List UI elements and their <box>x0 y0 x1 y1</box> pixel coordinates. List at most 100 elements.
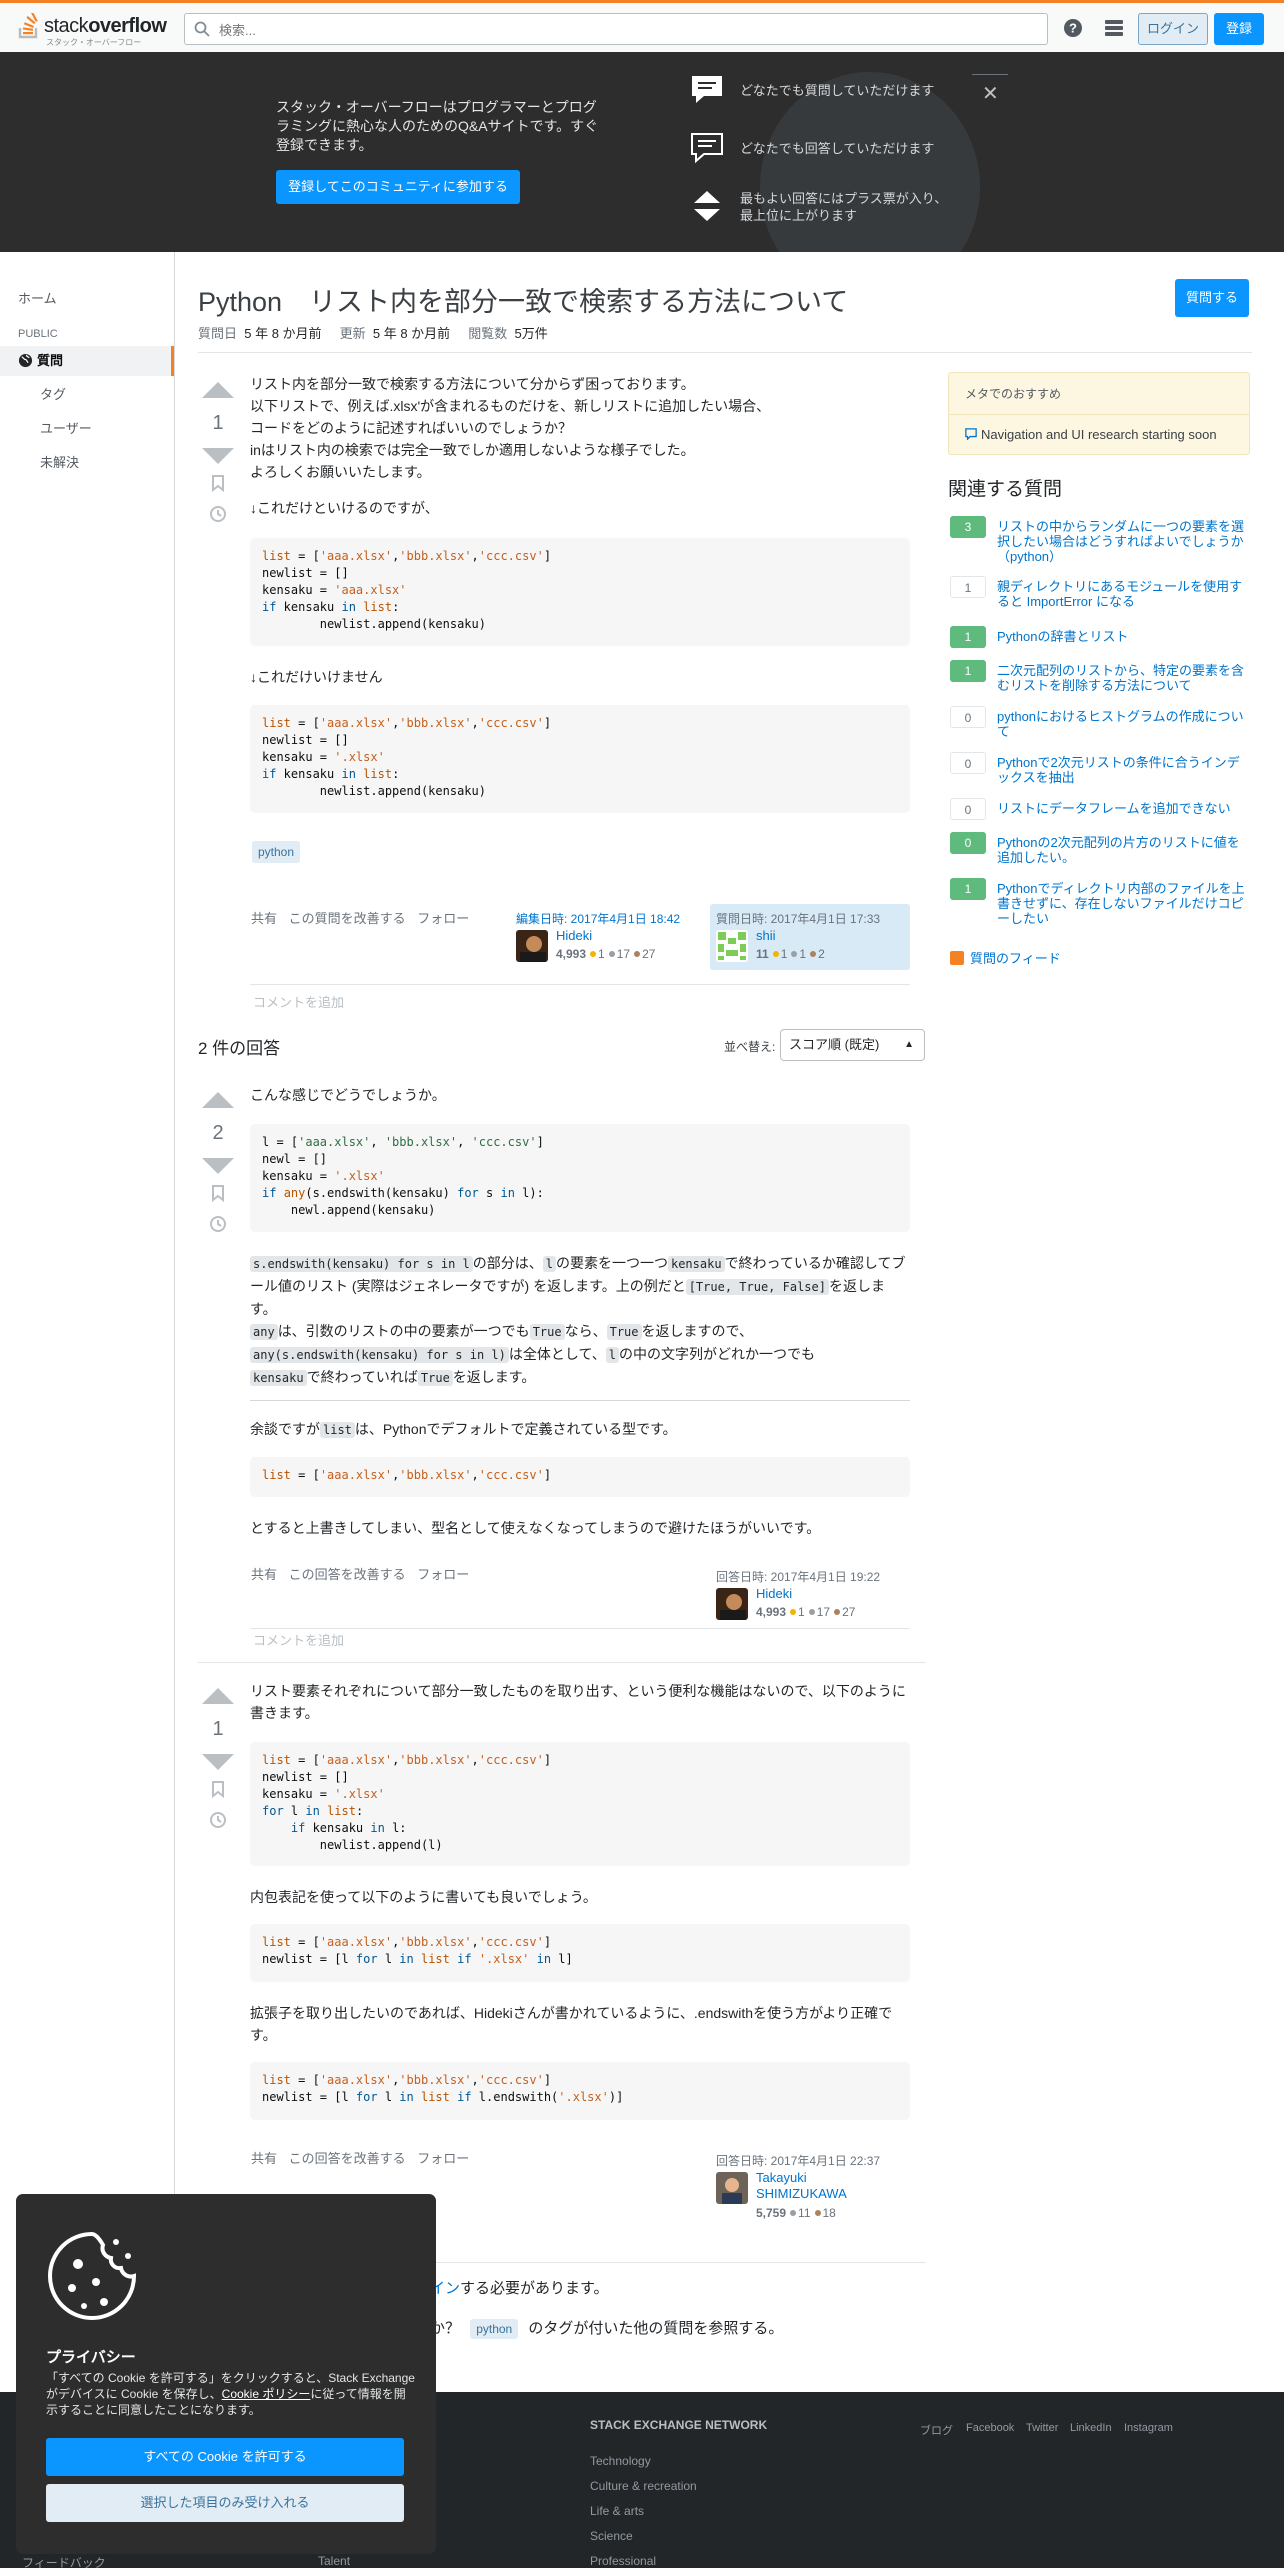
related-question-link[interactable]: pythonにおけるヒストグラムの作成について <box>997 709 1247 739</box>
share-link[interactable]: 共有 <box>251 911 277 926</box>
asker-name[interactable]: shii <box>756 928 776 943</box>
bronze-badge-icon <box>814 2210 821 2216</box>
footer-social-link[interactable]: Facebook <box>966 2422 1014 2434</box>
search-box[interactable] <box>184 13 1048 45</box>
login-button[interactable]: ログイン <box>1138 13 1208 45</box>
improve-answer-link[interactable]: この回答を改善する <box>289 1567 406 1582</box>
nav-tags[interactable]: タグ <box>0 380 174 410</box>
question-post-menu: 共有 この質問を改善する フォロー <box>251 908 477 927</box>
reputation-score: 5,759 <box>756 2206 787 2220</box>
answer1-intro: こんな感じでどうでしょうか。 <box>250 1087 446 1103</box>
footer-social-link[interactable]: Twitter <box>1026 2422 1058 2434</box>
footer-social-link[interactable]: Instagram <box>1124 2422 1173 2434</box>
tag-python[interactable]: python <box>470 2319 519 2339</box>
text: の要素を一つ一つ <box>555 1255 668 1271</box>
gold-badge-icon <box>790 1609 797 1615</box>
gold-badge-icon <box>772 951 779 957</box>
avatar[interactable] <box>716 1588 748 1620</box>
footer-link[interactable]: Technology <box>590 2454 651 2468</box>
downvote-arrow-icon[interactable] <box>202 1754 234 1770</box>
banner-background-shape <box>760 72 980 252</box>
upvote-arrow-icon[interactable] <box>202 382 234 398</box>
answer1-aside2: とすると上書きしてしまい、型名として使えなくなってしまうので避けたほうがいいです… <box>250 1520 821 1536</box>
related-question-link[interactable]: 親ディレクトリにあるモジュールを使用すると ImportError になる <box>997 579 1247 609</box>
footer-social-link[interactable]: LinkedIn <box>1070 2422 1112 2434</box>
answer1-aside: 余談ですが list は、Pythonでデフォルトで定義されている型です。 <box>250 1418 910 1441</box>
meta-featured-link[interactable]: Navigation and UI research starting soon <box>981 427 1217 442</box>
question-title[interactable]: Python リスト内を部分一致で検索する方法について <box>198 280 1098 319</box>
improve-answer-link[interactable]: この回答を改善する <box>289 2151 406 2166</box>
answer2-intro: リスト要素それぞれについて部分一致したものを取り出す、という便利な機能はないので… <box>250 1683 906 1721</box>
banner-close-button[interactable]: ✕ <box>972 74 1008 105</box>
cookie-policy-link[interactable]: Cookie ポリシー <box>222 2387 311 2401</box>
tag-python[interactable]: python <box>252 841 301 863</box>
related-question-link[interactable]: Pythonで2次元リストの条件に合うインデックスを抽出 <box>997 755 1247 785</box>
text: は、引数のリストの中の要素が一つでも <box>277 1323 530 1339</box>
sort-select[interactable]: スコア順 (既定) ▲ <box>780 1029 925 1061</box>
inline-code: any <box>250 1324 278 1340</box>
footer-social-link[interactable]: ブログ <box>920 2422 953 2438</box>
banner-feature-vote: 最もよい回答にはプラス票が入り、最上位に上がります <box>690 190 950 224</box>
avatar[interactable] <box>716 930 748 962</box>
bookmark-icon[interactable] <box>209 474 227 493</box>
footer-link[interactable]: Talent <box>318 2554 350 2568</box>
accept-selected-cookies-button[interactable]: 選択した項目のみ受け入れる <box>46 2484 404 2522</box>
related-question-link[interactable]: Pythonの辞書とリスト <box>997 629 1247 644</box>
follow-link[interactable]: フォロー <box>417 911 469 926</box>
join-community-button[interactable]: 登録してこのコミュニティに参加する <box>276 170 520 204</box>
signup-button[interactable]: 登録 <box>1214 13 1264 45</box>
bookmark-icon[interactable] <box>209 1184 227 1203</box>
edited-timestamp[interactable]: 編集日時: 2017年4月1日 18:42 <box>516 910 704 927</box>
related-question-link[interactable]: Pythonでディレクトリ内部のファイルを上書きせずに、存在しないファイルだけコ… <box>997 881 1247 926</box>
follow-link[interactable]: フォロー <box>417 2151 469 2166</box>
footer-link[interactable]: フィードバック <box>22 2554 106 2571</box>
editor-card: 編集日時: 2017年4月1日 18:42 Hideki 4,993 1 17 27 <box>510 904 710 970</box>
footer-link[interactable]: Professional <box>590 2554 656 2568</box>
nav-users[interactable]: ユーザー <box>0 414 174 444</box>
bronze-badge-count: 18 <box>822 2206 836 2220</box>
related-question-link[interactable]: リストにデータフレームを追加できない <box>997 801 1247 816</box>
history-icon[interactable] <box>209 505 227 523</box>
avatar[interactable] <box>716 2172 748 2204</box>
downvote-arrow-icon[interactable] <box>202 1158 234 1174</box>
add-comment-link[interactable]: コメントを追加 <box>253 992 344 1011</box>
downvote-arrow-icon[interactable] <box>202 448 234 464</box>
history-icon[interactable] <box>209 1811 227 1829</box>
site-logo[interactable]: stackoverflow スタック・オーバーフロー <box>18 11 178 47</box>
footer-link[interactable]: Life & arts <box>590 2504 644 2518</box>
footer-link[interactable]: Culture & recreation <box>590 2479 697 2493</box>
author-name[interactable]: Hideki <box>756 1586 792 1601</box>
related-question-score: 1 <box>950 660 986 682</box>
answer2-code-comprehension: list = ['aaa.xlsx','bbb.xlsx','ccc.csv']… <box>250 1924 910 1982</box>
history-icon[interactable] <box>209 1215 227 1233</box>
nav-unanswered[interactable]: 未解決 <box>0 448 174 478</box>
help-icon[interactable]: ? <box>1063 18 1083 38</box>
upvote-arrow-icon[interactable] <box>202 1688 234 1704</box>
share-link[interactable]: 共有 <box>251 2151 277 2166</box>
reputation-score: 11 <box>756 947 769 961</box>
follow-link[interactable]: フォロー <box>417 1567 469 1582</box>
upvote-arrow-icon[interactable] <box>202 1092 234 1108</box>
accept-all-cookies-button[interactable]: すべての Cookie を許可する <box>46 2438 404 2476</box>
share-link[interactable]: 共有 <box>251 1567 277 1582</box>
avatar[interactable] <box>516 930 548 962</box>
related-question-link[interactable]: Pythonの2次元配列の片方のリストに値を追加したい。 <box>997 835 1247 865</box>
related-question-link[interactable]: リストの中からランダムに一つの要素を選択したい場合はどうすればよいでしょうか（p… <box>997 519 1247 564</box>
nav-questions[interactable]: 質問 <box>0 346 174 376</box>
bookmark-icon[interactable] <box>209 1780 227 1799</box>
search-input[interactable] <box>217 18 1021 42</box>
question-feed-link[interactable]: 質問のフィード <box>950 948 1061 967</box>
vote-arrows-icon <box>694 191 720 221</box>
footer-link[interactable]: Science <box>590 2529 633 2543</box>
question-body-line: コードをどのように記述すればいいのでしょうか？ <box>250 420 572 436</box>
editor-name[interactable]: Hideki <box>556 928 592 943</box>
author-name[interactable]: Takayuki SHIMIZUKAWA <box>756 2170 866 2202</box>
ask-question-button[interactable]: 質問する <box>1175 279 1249 317</box>
related-question-link[interactable]: 二次元配列のリストから、特定の要素を含むリストを削除する方法について <box>997 663 1247 693</box>
site-switcher-icon[interactable] <box>1104 19 1124 37</box>
nav-home[interactable]: ホーム <box>0 284 174 314</box>
question-vote-cell: 1 <box>198 382 238 526</box>
add-comment-link[interactable]: コメントを追加 <box>253 1630 344 1649</box>
improve-question-link[interactable]: この質問を改善する <box>289 911 406 926</box>
meta-featured-item[interactable]: Navigation and UI research starting soon <box>949 415 1249 454</box>
